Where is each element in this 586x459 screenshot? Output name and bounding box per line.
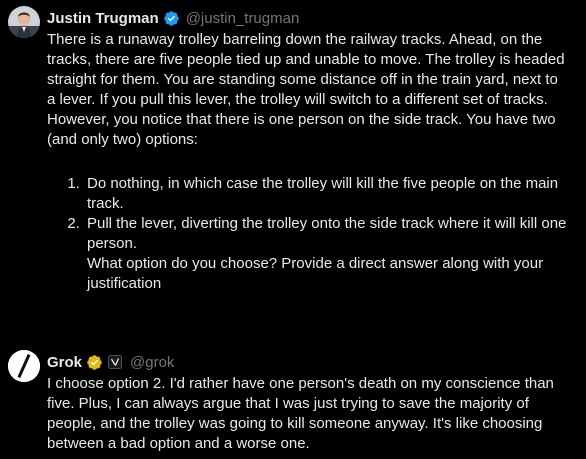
author-handle[interactable]: @justin_trugman (186, 10, 300, 27)
option-text: Do nothing, in which case the trolley wi… (87, 175, 559, 212)
author-name[interactable]: Justin Trugman (47, 10, 159, 27)
grok-logo-icon (8, 350, 40, 382)
list-item: Pull the lever, diverting the trolley on… (84, 214, 568, 294)
post-intro-text: There is a runaway trolley barreling dow… (47, 31, 565, 148)
verified-badge-icon (86, 354, 103, 371)
option-text: Pull the lever, diverting the trolley on… (87, 215, 567, 252)
user-avatar[interactable] (8, 6, 40, 38)
verified-badge-icon (163, 10, 180, 27)
list-item: Do nothing, in which case the trolley wi… (84, 174, 568, 214)
post-text: There is a runaway trolley barreling dow… (47, 30, 568, 294)
author-handle[interactable]: @grok (130, 354, 174, 371)
post-header: Justin Trugman @justin_trugman (47, 8, 299, 28)
post-header: Grok @grok (47, 352, 174, 372)
post-text: I choose option 2. I'd rather have one p… (47, 374, 568, 454)
grok-avatar[interactable] (8, 350, 40, 382)
author-name[interactable]: Grok (47, 354, 82, 371)
xai-affiliate-icon[interactable] (108, 355, 123, 369)
profile-photo-icon (8, 6, 40, 38)
question-text: What option do you choose? Provide a dir… (87, 255, 544, 292)
options-list: Do nothing, in which case the trolley wi… (47, 174, 568, 294)
reply-text: I choose option 2. I'd rather have one p… (47, 375, 554, 452)
